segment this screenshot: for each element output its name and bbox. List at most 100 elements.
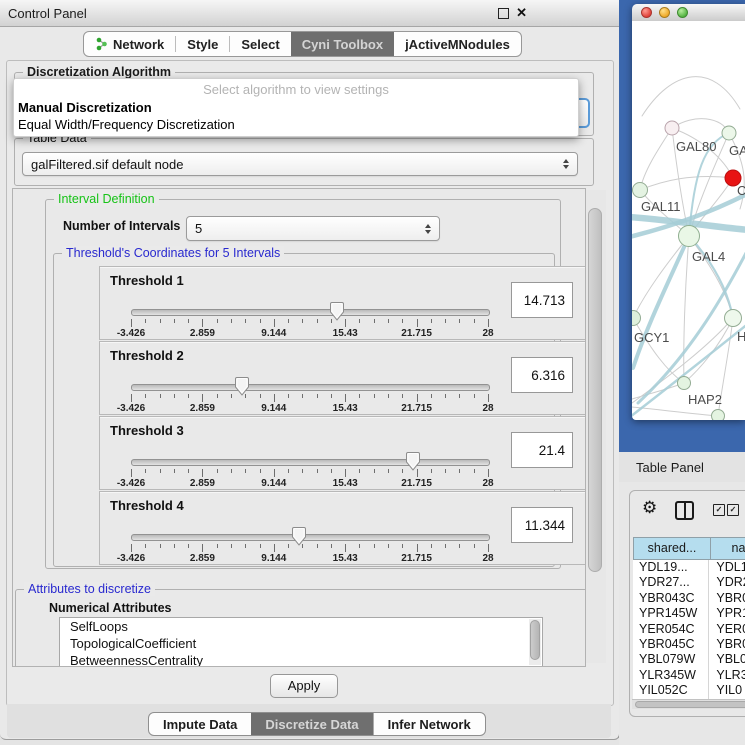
network-window[interactable]: GAL80GAGAL11CGAL4GCY1HAHAP2	[632, 4, 745, 420]
cell-name[interactable]: YLR3	[708, 668, 745, 683]
split-columns-icon[interactable]	[675, 501, 694, 520]
threshold-slider-1[interactable]: -3.4262.8599.14415.4321.71528	[131, 303, 488, 337]
cell-name[interactable]: YPR1	[708, 606, 745, 621]
table-horizontal-scrollbar[interactable]	[632, 699, 745, 709]
panel-vertical-scrollbar[interactable]	[586, 190, 606, 663]
column-header[interactable]: na	[711, 537, 745, 560]
table-row[interactable]: YBR045CYBR0	[633, 637, 745, 652]
float-window-icon[interactable]	[498, 8, 509, 19]
table-row[interactable]: YDR27...YDR2	[633, 575, 745, 590]
cell-name[interactable]: YDL1	[708, 560, 745, 575]
cell-name[interactable]: YBR0	[708, 637, 745, 652]
threshold-slider-3[interactable]: -3.4262.8599.14415.4321.71528	[131, 453, 488, 487]
cell-shared-name[interactable]: YLR345W	[633, 668, 708, 683]
network-node[interactable]	[722, 126, 736, 140]
close-traffic-light-icon[interactable]	[641, 7, 652, 18]
number-of-intervals-spinner[interactable]: 5	[186, 216, 440, 241]
table-data-combo[interactable]: galFiltered.sif default node	[22, 152, 578, 176]
cell-name[interactable]: YBL0	[708, 652, 745, 667]
table-horizontal-scrollbar-thumb[interactable]	[635, 701, 745, 708]
attributes-scrollbar-thumb[interactable]	[530, 620, 540, 660]
bottom-tab-discretize-data[interactable]: Discretize Data	[251, 713, 372, 735]
attribute-item-betweennesscentrality[interactable]: BetweennessCentrality	[60, 652, 542, 667]
table-row[interactable]: YLR345WYLR3	[633, 668, 745, 683]
table-row[interactable]: YPR145WYPR1	[633, 606, 745, 621]
table-row[interactable]: YDL19...YDL1	[633, 560, 745, 575]
tab-cyni-toolbox[interactable]: Cyni Toolbox	[291, 32, 394, 56]
menu-option-equal-width-frequency-discretization[interactable]: Equal Width/Frequency Discretization	[18, 117, 235, 134]
tick-mark	[402, 544, 403, 548]
checkbox-checked-icon[interactable]: ✓	[727, 504, 739, 516]
panel-vertical-scrollbar-thumb[interactable]	[588, 208, 602, 572]
cell-name[interactable]: YBR0	[708, 591, 745, 606]
tick-mark	[459, 469, 460, 473]
cell-shared-name[interactable]: YBR045C	[633, 637, 708, 652]
tab-jactivemnodules[interactable]: jActiveMNodules	[394, 32, 521, 56]
minimize-traffic-light-icon[interactable]	[659, 7, 670, 18]
network-node[interactable]	[633, 183, 648, 198]
network-node[interactable]	[725, 310, 742, 327]
threshold-slider-4[interactable]: -3.4262.8599.14415.4321.71528	[131, 528, 488, 562]
threshold-value-field[interactable]: 6.316	[511, 357, 573, 393]
tab-style[interactable]: Style	[176, 32, 229, 56]
cell-shared-name[interactable]: YDR27...	[633, 575, 708, 590]
network-edge	[642, 77, 740, 116]
bottom-tab-infer-network[interactable]: Infer Network	[373, 713, 485, 735]
cell-shared-name[interactable]: YPR145W	[633, 606, 708, 621]
tick-mark	[302, 469, 303, 473]
tick-mark	[245, 544, 246, 548]
cell-name[interactable]: YER0	[708, 622, 745, 637]
column-header[interactable]: shared...	[633, 537, 711, 560]
network-node[interactable]	[679, 226, 700, 247]
apply-button[interactable]: Apply	[270, 674, 338, 698]
slider-track[interactable]	[131, 384, 490, 391]
table-row[interactable]: YER054CYER0	[633, 622, 745, 637]
menu-option-manual-discretization[interactable]: Manual Discretization	[18, 100, 152, 117]
node-label-hap2: HAP2	[688, 392, 722, 407]
tab-network[interactable]: Network	[84, 32, 175, 56]
network-canvas[interactable]: GAL80GAGAL11CGAL4GCY1HAHAP2	[632, 21, 745, 420]
cell-shared-name[interactable]: YBL079W	[633, 652, 708, 667]
threshold-value-field[interactable]: 21.4	[511, 432, 573, 468]
tick-mark	[317, 319, 318, 323]
cell-shared-name[interactable]: YBR043C	[633, 591, 708, 606]
close-icon[interactable]: ✕	[516, 5, 527, 21]
numerical-attributes-list[interactable]: SelfLoopsTopologicalCoefficientBetweenne…	[59, 617, 543, 667]
tab-select[interactable]: Select	[230, 32, 290, 56]
zoom-traffic-light-icon[interactable]	[677, 7, 688, 18]
tab-label: Network	[113, 37, 164, 52]
slider-thumb[interactable]	[329, 302, 344, 326]
node-label-ha: HA	[737, 329, 745, 344]
network-node[interactable]	[712, 410, 725, 421]
network-node[interactable]	[632, 311, 641, 326]
slider-thumb[interactable]	[406, 452, 421, 476]
slider-thumb[interactable]	[234, 377, 249, 401]
attribute-item-selfloops[interactable]: SelfLoops	[60, 618, 542, 635]
table-row[interactable]: YBR043CYBR0	[633, 591, 745, 606]
cell-name[interactable]: YIL0	[708, 683, 745, 698]
network-node[interactable]	[665, 121, 679, 135]
tick-mark	[474, 394, 475, 398]
checkbox-checked-icon[interactable]: ✓	[713, 504, 725, 516]
threshold-slider-2[interactable]: -3.4262.8599.14415.4321.71528	[131, 378, 488, 412]
cell-shared-name[interactable]: YER054C	[633, 622, 708, 637]
cell-name[interactable]: YDR2	[708, 575, 745, 590]
slider-track[interactable]	[131, 534, 490, 541]
attributes-scrollbar[interactable]	[529, 619, 541, 665]
tick-mark	[231, 319, 232, 323]
network-window-titlebar[interactable]	[632, 4, 745, 22]
threshold-value-field[interactable]: 11.344	[511, 507, 573, 543]
threshold-value-field[interactable]: 14.713	[511, 282, 573, 318]
slider-thumb[interactable]	[291, 527, 306, 551]
tick-mark	[274, 394, 275, 402]
gear-icon[interactable]: ⚙	[642, 498, 657, 518]
slider-track[interactable]	[131, 309, 490, 316]
cell-shared-name[interactable]: YIL052C	[633, 683, 708, 698]
slider-track[interactable]	[131, 459, 490, 466]
network-node[interactable]	[678, 377, 691, 390]
table-row[interactable]: YBL079WYBL0	[633, 652, 745, 667]
table-row[interactable]: YIL052CYIL0	[633, 683, 745, 698]
attribute-item-topologicalcoefficient[interactable]: TopologicalCoefficient	[60, 635, 542, 652]
bottom-tab-impute-data[interactable]: Impute Data	[149, 713, 251, 735]
cell-shared-name[interactable]: YDL19...	[633, 560, 708, 575]
